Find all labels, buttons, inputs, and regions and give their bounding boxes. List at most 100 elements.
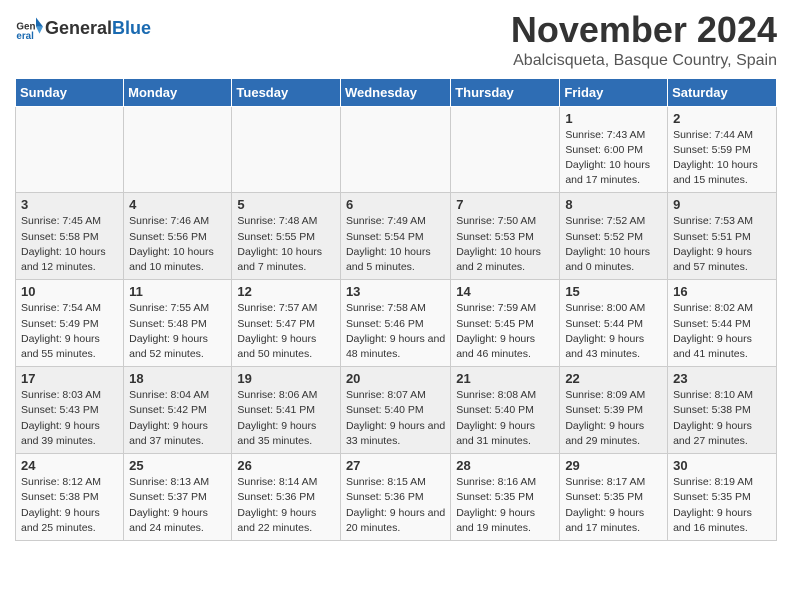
col-header-thursday: Thursday [451,78,560,106]
day-number: 10 [21,284,118,299]
day-number: 2 [673,111,771,126]
calendar-cell: 5 Sunrise: 7:48 AM Sunset: 5:55 PM Daylig… [232,193,341,280]
day-number: 28 [456,458,554,473]
day-info: Sunrise: 8:02 AM Sunset: 5:44 PM Dayligh… [673,301,771,362]
day-info: Sunrise: 8:03 AM Sunset: 5:43 PM Dayligh… [21,388,118,449]
generalblue-logo-icon: Gen eral [15,14,43,42]
day-number: 12 [237,284,335,299]
day-info: Sunrise: 8:16 AM Sunset: 5:35 PM Dayligh… [456,475,554,536]
day-info: Sunrise: 7:54 AM Sunset: 5:49 PM Dayligh… [21,301,118,362]
day-info: Sunrise: 8:07 AM Sunset: 5:40 PM Dayligh… [346,388,445,449]
day-number: 20 [346,371,445,386]
day-number: 8 [565,197,662,212]
calendar-cell: 15 Sunrise: 8:00 AM Sunset: 5:44 PM Dayli… [560,280,668,367]
day-info: Sunrise: 8:10 AM Sunset: 5:38 PM Dayligh… [673,388,771,449]
day-info: Sunrise: 7:59 AM Sunset: 5:45 PM Dayligh… [456,301,554,362]
day-number: 18 [129,371,226,386]
calendar-cell: 18 Sunrise: 8:04 AM Sunset: 5:42 PM Dayli… [124,367,232,454]
title-area: November 2024 Abalcisqueta, Basque Count… [511,10,777,70]
day-number: 15 [565,284,662,299]
calendar-cell: 21 Sunrise: 8:08 AM Sunset: 5:40 PM Dayli… [451,367,560,454]
calendar-cell [340,106,450,193]
day-info: Sunrise: 7:53 AM Sunset: 5:51 PM Dayligh… [673,214,771,275]
day-info: Sunrise: 7:46 AM Sunset: 5:56 PM Dayligh… [129,214,226,275]
day-info: Sunrise: 7:57 AM Sunset: 5:47 PM Dayligh… [237,301,335,362]
day-number: 1 [565,111,662,126]
calendar-cell: 7 Sunrise: 7:50 AM Sunset: 5:53 PM Daylig… [451,193,560,280]
calendar-cell [124,106,232,193]
month-title: November 2024 [511,10,777,50]
day-info: Sunrise: 7:58 AM Sunset: 5:46 PM Dayligh… [346,301,445,362]
day-info: Sunrise: 8:17 AM Sunset: 5:35 PM Dayligh… [565,475,662,536]
calendar-cell: 23 Sunrise: 8:10 AM Sunset: 5:38 PM Dayli… [668,367,777,454]
calendar-cell [16,106,124,193]
day-number: 7 [456,197,554,212]
calendar-cell: 10 Sunrise: 7:54 AM Sunset: 5:49 PM Dayli… [16,280,124,367]
calendar-cell [451,106,560,193]
day-number: 26 [237,458,335,473]
day-info: Sunrise: 8:04 AM Sunset: 5:42 PM Dayligh… [129,388,226,449]
day-info: Sunrise: 8:14 AM Sunset: 5:36 PM Dayligh… [237,475,335,536]
day-number: 6 [346,197,445,212]
calendar-cell: 9Sunrise: 7:53 AM Sunset: 5:51 PM Daylig… [668,193,777,280]
header: Gen eral GeneralBlue November 2024 Abalc… [15,10,777,70]
col-header-friday: Friday [560,78,668,106]
day-info: Sunrise: 7:48 AM Sunset: 5:55 PM Dayligh… [237,214,335,275]
calendar-table: SundayMondayTuesdayWednesdayThursdayFrid… [15,78,777,541]
logo-general-text: General [45,18,112,38]
day-info: Sunrise: 8:19 AM Sunset: 5:35 PM Dayligh… [673,475,771,536]
day-number: 14 [456,284,554,299]
svg-text:eral: eral [16,31,34,42]
calendar-week-row: 17Sunrise: 8:03 AM Sunset: 5:43 PM Dayli… [16,367,777,454]
calendar-cell [232,106,341,193]
calendar-cell: 30 Sunrise: 8:19 AM Sunset: 5:35 PM Dayli… [668,454,777,541]
calendar-week-row: 24Sunrise: 8:12 AM Sunset: 5:38 PM Dayli… [16,454,777,541]
calendar-cell: 29 Sunrise: 8:17 AM Sunset: 5:35 PM Dayli… [560,454,668,541]
calendar-week-row: 3Sunrise: 7:45 AM Sunset: 5:58 PM Daylig… [16,193,777,280]
day-info: Sunrise: 8:06 AM Sunset: 5:41 PM Dayligh… [237,388,335,449]
day-number: 23 [673,371,771,386]
day-number: 13 [346,284,445,299]
day-info: Sunrise: 7:50 AM Sunset: 5:53 PM Dayligh… [456,214,554,275]
day-number: 27 [346,458,445,473]
col-header-sunday: Sunday [16,78,124,106]
day-number: 19 [237,371,335,386]
calendar-cell: 8Sunrise: 7:52 AM Sunset: 5:52 PM Daylig… [560,193,668,280]
day-number: 25 [129,458,226,473]
calendar-cell: 11 Sunrise: 7:55 AM Sunset: 5:48 PM Dayli… [124,280,232,367]
calendar-cell: 25Sunrise: 8:13 AM Sunset: 5:37 PM Dayli… [124,454,232,541]
day-number: 30 [673,458,771,473]
calendar-week-row: 1 Sunrise: 7:43 AM Sunset: 6:00 PM Daylig… [16,106,777,193]
col-header-tuesday: Tuesday [232,78,341,106]
calendar-cell: 24Sunrise: 8:12 AM Sunset: 5:38 PM Dayli… [16,454,124,541]
day-number: 11 [129,284,226,299]
calendar-cell: 27 Sunrise: 8:15 AM Sunset: 5:36 PM Dayli… [340,454,450,541]
calendar-cell: 22Sunrise: 8:09 AM Sunset: 5:39 PM Dayli… [560,367,668,454]
location-subtitle: Abalcisqueta, Basque Country, Spain [511,52,777,70]
day-number: 29 [565,458,662,473]
calendar-cell: 20 Sunrise: 8:07 AM Sunset: 5:40 PM Dayli… [340,367,450,454]
day-number: 24 [21,458,118,473]
day-number: 16 [673,284,771,299]
col-header-saturday: Saturday [668,78,777,106]
calendar-cell: 6Sunrise: 7:49 AM Sunset: 5:54 PM Daylig… [340,193,450,280]
logo: Gen eral GeneralBlue [15,14,151,42]
col-header-wednesday: Wednesday [340,78,450,106]
calendar-cell: 2 Sunrise: 7:44 AM Sunset: 5:59 PM Daylig… [668,106,777,193]
day-number: 3 [21,197,118,212]
calendar-cell: 14 Sunrise: 7:59 AM Sunset: 5:45 PM Dayli… [451,280,560,367]
day-number: 21 [456,371,554,386]
day-info: Sunrise: 7:55 AM Sunset: 5:48 PM Dayligh… [129,301,226,362]
calendar-cell: 13 Sunrise: 7:58 AM Sunset: 5:46 PM Dayli… [340,280,450,367]
calendar-week-row: 10 Sunrise: 7:54 AM Sunset: 5:49 PM Dayli… [16,280,777,367]
calendar-cell: 16 Sunrise: 8:02 AM Sunset: 5:44 PM Dayli… [668,280,777,367]
day-info: Sunrise: 7:43 AM Sunset: 6:00 PM Dayligh… [565,128,662,189]
day-info: Sunrise: 8:08 AM Sunset: 5:40 PM Dayligh… [456,388,554,449]
day-info: Sunrise: 8:09 AM Sunset: 5:39 PM Dayligh… [565,388,662,449]
calendar-cell: 12 Sunrise: 7:57 AM Sunset: 5:47 PM Dayli… [232,280,341,367]
day-info: Sunrise: 8:00 AM Sunset: 5:44 PM Dayligh… [565,301,662,362]
day-info: Sunrise: 7:44 AM Sunset: 5:59 PM Dayligh… [673,128,771,189]
day-info: Sunrise: 8:15 AM Sunset: 5:36 PM Dayligh… [346,475,445,536]
calendar-cell: 19 Sunrise: 8:06 AM Sunset: 5:41 PM Dayli… [232,367,341,454]
day-number: 5 [237,197,335,212]
